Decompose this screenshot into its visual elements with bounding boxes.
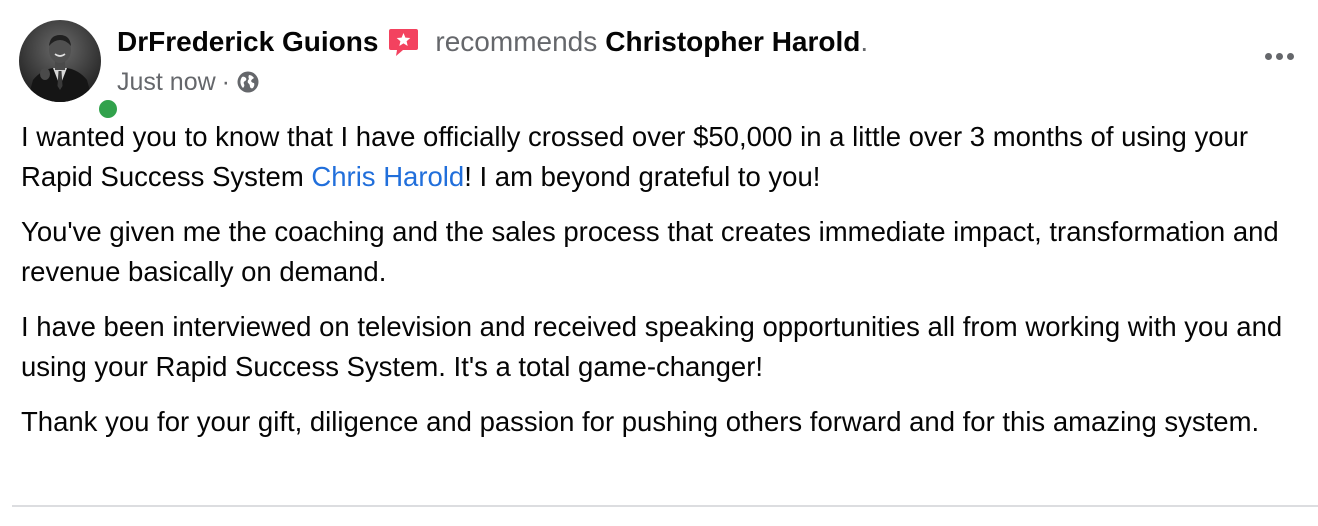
post-paragraph: Thank you for your gift, diligence and p… <box>21 406 1260 437</box>
more-options-button[interactable] <box>1254 38 1304 74</box>
recommend-badge-icon <box>387 26 420 59</box>
globe-icon[interactable] <box>236 70 260 94</box>
post-body: I wanted you to know that I have officia… <box>21 117 1311 457</box>
recommended-page-name[interactable]: Christopher Harold <box>605 26 860 58</box>
recommends-verb: recommends <box>435 26 598 57</box>
author-name[interactable]: DrFrederick Guions <box>117 26 378 58</box>
paragraph-text: ! I am beyond grateful to you! <box>464 161 821 192</box>
post-header: DrFrederick Guions recommends Christophe… <box>117 22 868 62</box>
header-period: . <box>860 26 869 57</box>
more-options-icon <box>1264 52 1272 60</box>
more-options-dot <box>1275 52 1283 60</box>
post-paragraph: I have been interviewed on television an… <box>21 311 1283 382</box>
mention-link[interactable]: Chris Harold <box>311 161 464 192</box>
meta-separator: · <box>221 67 230 96</box>
post-paragraph: You've given me the coaching and the sal… <box>21 216 1279 287</box>
divider <box>12 505 1318 507</box>
avatar[interactable] <box>19 20 120 121</box>
post-timestamp[interactable]: Just now <box>117 68 216 97</box>
post-meta: Just now · <box>117 64 260 100</box>
recommendation-post: DrFrederick Guions recommends Christophe… <box>0 0 1318 526</box>
post-paragraph: I wanted you to know that I have officia… <box>21 117 1311 197</box>
avatar-image <box>19 20 101 102</box>
more-options-dot <box>1286 52 1294 60</box>
